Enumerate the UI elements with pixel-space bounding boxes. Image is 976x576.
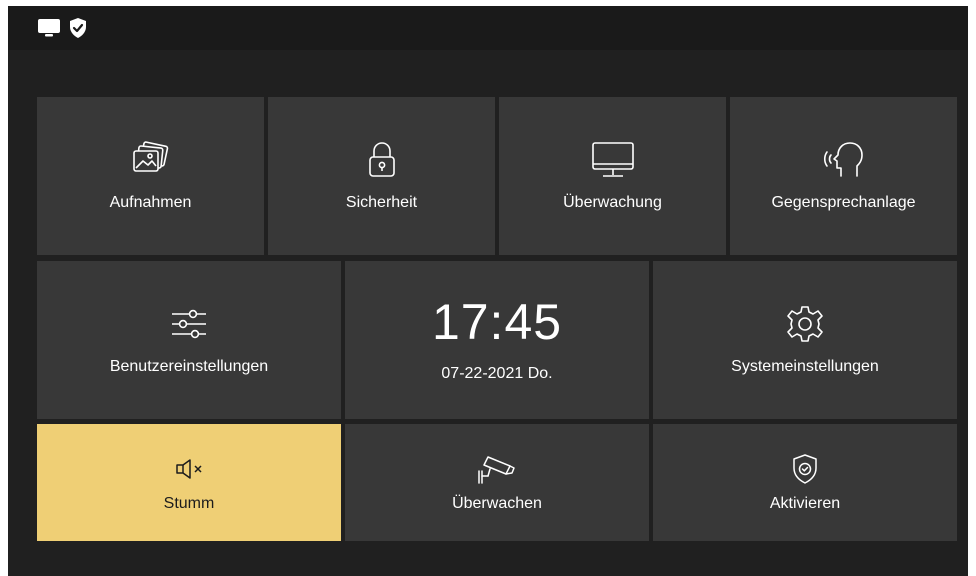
monitor-icon <box>38 18 60 38</box>
tile-label: Aufnahmen <box>109 194 192 211</box>
photos-icon <box>130 140 172 180</box>
tile-label: Benutzereinstellungen <box>109 358 269 375</box>
tile-label: Systemeinstellungen <box>731 358 879 375</box>
tile-aktivieren[interactable]: Aktivieren <box>653 424 957 541</box>
tile-label: Überwachen <box>452 494 542 512</box>
tile-sicherheit[interactable]: Sicherheit <box>268 97 495 255</box>
tile-stumm[interactable]: Stumm <box>37 424 341 541</box>
tile-ueberwachung[interactable]: Überwachung <box>499 97 726 255</box>
shield-check-icon <box>69 18 87 38</box>
tile-label: Sicherheit <box>345 194 418 211</box>
tile-label: Stumm <box>163 494 215 512</box>
shield-check-icon <box>791 453 819 485</box>
tile-ueberwachen[interactable]: Überwachen <box>345 424 649 541</box>
tile-benutzereinstellungen[interactable]: Benutzereinstellungen <box>37 261 341 419</box>
tile-aufnahmen[interactable]: Aufnahmen <box>37 97 264 255</box>
tile-clock: 17:45 07-22-2021 Do. <box>345 261 649 419</box>
tile-systemeinstellungen[interactable]: Systemeinstellungen <box>653 261 957 419</box>
status-bar <box>8 6 968 50</box>
tile-label: Überwachung <box>563 194 662 211</box>
speaker-mute-icon <box>174 453 204 485</box>
gear-icon <box>785 304 825 344</box>
home-screen: Aufnahmen Sicherheit Überwachung Gegensp… <box>8 6 968 576</box>
tile-label: Gegensprechanlage <box>771 194 916 211</box>
tile-gegensprechanlage[interactable]: Gegensprechanlage <box>730 97 957 255</box>
monitor-icon <box>590 140 636 180</box>
lock-icon <box>367 140 397 180</box>
tile-label: Aktivieren <box>769 494 841 512</box>
clock-time: 17:45 <box>431 294 563 350</box>
speaking-head-icon <box>821 140 867 180</box>
security-camera-icon <box>476 453 518 485</box>
clock-date: 07-22-2021 Do. <box>441 365 553 382</box>
sliders-icon <box>169 304 209 344</box>
